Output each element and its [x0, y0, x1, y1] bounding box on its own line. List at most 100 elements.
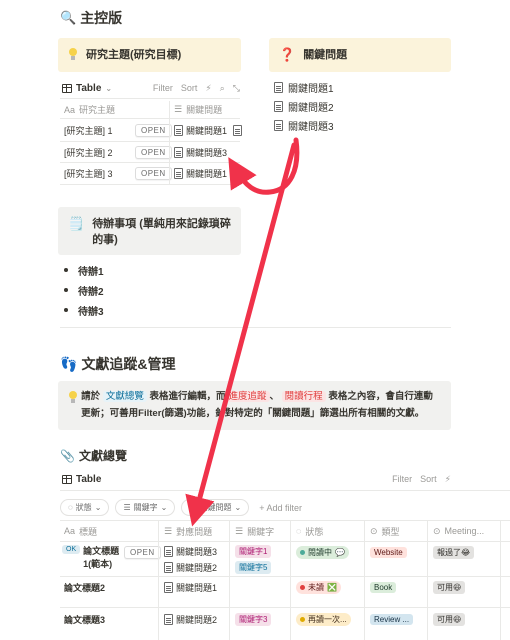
open-button[interactable]: OPEN: [135, 120, 172, 140]
chevron-down-icon: ⌄: [234, 503, 242, 512]
open-button[interactable]: OPEN: [135, 142, 172, 162]
literature-table-view-tab[interactable]: Table: [62, 474, 101, 485]
search-icon[interactable]: ⌕: [220, 83, 225, 94]
todo-callout-text: 待辦事項 (單純用來記錄瑣碎的事): [92, 218, 231, 246]
status-icon: ◌: [296, 526, 302, 536]
divider: [60, 184, 240, 185]
page-title-text: 主控版: [80, 10, 123, 26]
filter-chip-question[interactable]: ☰ 關鍵問題 ⌄: [181, 499, 250, 516]
list-icon: ☰: [123, 503, 131, 512]
key-question-callout: ❓ 關鍵問題: [269, 38, 451, 72]
lit-row-rel[interactable]: 關鍵問題2: [164, 609, 217, 629]
lit-col-title-header[interactable]: Aa 標題: [64, 521, 97, 541]
lit-row-type[interactable]: Review ...: [370, 609, 414, 629]
select-icon: ⊙: [370, 525, 378, 536]
table-icon: [62, 83, 72, 93]
notepad-icon: 🗒️: [68, 216, 85, 231]
lit-row-keywords[interactable]: 關鍵字1 關鍵字5: [235, 545, 272, 574]
column-divider: [290, 521, 291, 640]
research-row-rel[interactable]: 關鍵問題1: [174, 120, 243, 140]
research-row-rel[interactable]: 關鍵問題3: [174, 142, 227, 162]
literature-section-title: 👣 文獻追蹤&管理: [60, 355, 176, 373]
research-row-title[interactable]: [研究主題] 3: [64, 163, 113, 183]
lit-row-meeting[interactable]: 可用😆: [433, 609, 466, 629]
divider: [60, 118, 240, 119]
lit-col-type-header[interactable]: ⊙ 類型: [370, 521, 400, 541]
status-icon: ◌: [68, 503, 73, 512]
annotation-arrow-curve: [228, 137, 300, 195]
lit-row-meeting[interactable]: 報過了😂: [433, 543, 475, 561]
divider: [60, 541, 510, 542]
list-icon: ☰: [235, 525, 244, 536]
footprints-icon: 👣: [60, 355, 78, 372]
key-question-callout-text: 關鍵問題: [303, 49, 348, 61]
chevron-down-icon: ⌄: [105, 83, 113, 93]
sort-button[interactable]: Sort: [420, 474, 437, 484]
page-icon: [274, 82, 283, 93]
lit-row-meeting[interactable]: 可用😆: [433, 577, 466, 597]
chevron-down-icon: ⌄: [94, 503, 102, 512]
lit-row-keywords[interactable]: 關鍵字3: [235, 609, 272, 629]
divider: [60, 490, 510, 491]
divider: [60, 607, 510, 608]
research-row-title[interactable]: [研究主題] 2: [64, 142, 113, 162]
lit-col-meeting-header[interactable]: ⊙ Meeting...: [433, 521, 484, 541]
lit-col-keyword-header[interactable]: ☰ 關鍵字: [235, 521, 274, 541]
column-divider: [169, 101, 170, 184]
column-divider: [500, 521, 501, 640]
research-col-title-header[interactable]: Aa 研究主題: [64, 101, 115, 118]
lit-row-type[interactable]: Book: [370, 577, 397, 597]
research-table-view-tab[interactable]: Table ⌄: [62, 83, 112, 94]
lit-col-status-header[interactable]: ◌ 狀態: [296, 521, 323, 541]
open-button[interactable]: OPEN: [135, 163, 172, 183]
expand-icon[interactable]: ⤡: [233, 83, 240, 94]
lit-row-status[interactable]: 閱讀中 💬: [296, 543, 349, 561]
lit-row-title[interactable]: OK 論文標題 1(範本): [62, 543, 119, 575]
sort-button[interactable]: Sort: [181, 83, 198, 93]
filter-chip-keyword[interactable]: ☰ 關鍵字 ⌄: [115, 499, 176, 516]
select-icon: ⊙: [433, 525, 441, 536]
automation-icon[interactable]: ⚡: [445, 474, 451, 485]
annotation-arrow-down: [185, 142, 297, 527]
lit-row-title[interactable]: 論文標題2: [64, 577, 105, 597]
literature-table-toolbar: Table Filter Sort ⚡: [62, 472, 451, 486]
ok-badge: OK: [62, 545, 81, 554]
divider: [60, 327, 451, 328]
key-question-link[interactable]: 關鍵問題1: [274, 78, 334, 97]
key-question-link[interactable]: 關鍵問題2: [274, 97, 334, 116]
lightbulb-icon: [68, 391, 78, 405]
column-divider: [158, 521, 159, 640]
column-divider: [364, 521, 365, 640]
list-icon: ☰: [164, 525, 173, 536]
page-icon: [164, 562, 173, 573]
automation-icon[interactable]: ⚡: [205, 83, 211, 94]
lit-col-rel-header[interactable]: ☰ 對應問題: [164, 521, 212, 541]
chevron-down-icon: ⌄: [160, 503, 168, 512]
add-filter-button[interactable]: + Add filter: [259, 503, 302, 513]
research-col-rel-header[interactable]: ☰ 關鍵問題: [174, 101, 222, 118]
research-topic-callout: 研究主題(研究目標): [58, 38, 241, 72]
todo-list: 待辦1 待辦2 待辦3: [64, 260, 104, 320]
list-icon: ☰: [189, 503, 197, 512]
page-icon: [174, 124, 183, 136]
lit-row-rel[interactable]: 關鍵問題1: [164, 577, 217, 597]
page-icon: [274, 120, 283, 131]
lit-row-type[interactable]: Website: [370, 543, 407, 561]
open-button[interactable]: OPEN: [124, 543, 161, 561]
filter-button[interactable]: Filter: [153, 83, 173, 93]
lit-row-rel[interactable]: 關鍵問題3 關鍵問題2: [164, 545, 217, 574]
page-icon: [164, 546, 173, 557]
todo-callout: 🗒️ 待辦事項 (單純用來記錄瑣碎的事): [58, 207, 241, 255]
key-question-link[interactable]: 關鍵問題3: [274, 116, 334, 135]
research-row-rel[interactable]: 關鍵問題1: [174, 163, 227, 183]
lit-row-status[interactable]: 未讀 ❎: [296, 577, 341, 597]
filter-chip-status[interactable]: ◌ 狀態 ⌄: [60, 499, 110, 516]
research-topic-callout-text: 研究主題(研究目標): [86, 49, 182, 61]
literature-overview-title: 📎 文獻總覽: [60, 448, 127, 464]
filter-button[interactable]: Filter: [392, 474, 412, 484]
info-callout-text: 請於 文獻總覽 表格進行編輯，而 進度追蹤、 閱讀行程 表格之內容，會自行連動更新…: [81, 391, 433, 419]
lit-row-title[interactable]: 論文標題3: [64, 609, 105, 629]
research-row-title[interactable]: [研究主題] 1: [64, 120, 113, 140]
table-icon: [62, 474, 72, 484]
lit-row-status[interactable]: 再讀一次...: [296, 609, 351, 629]
